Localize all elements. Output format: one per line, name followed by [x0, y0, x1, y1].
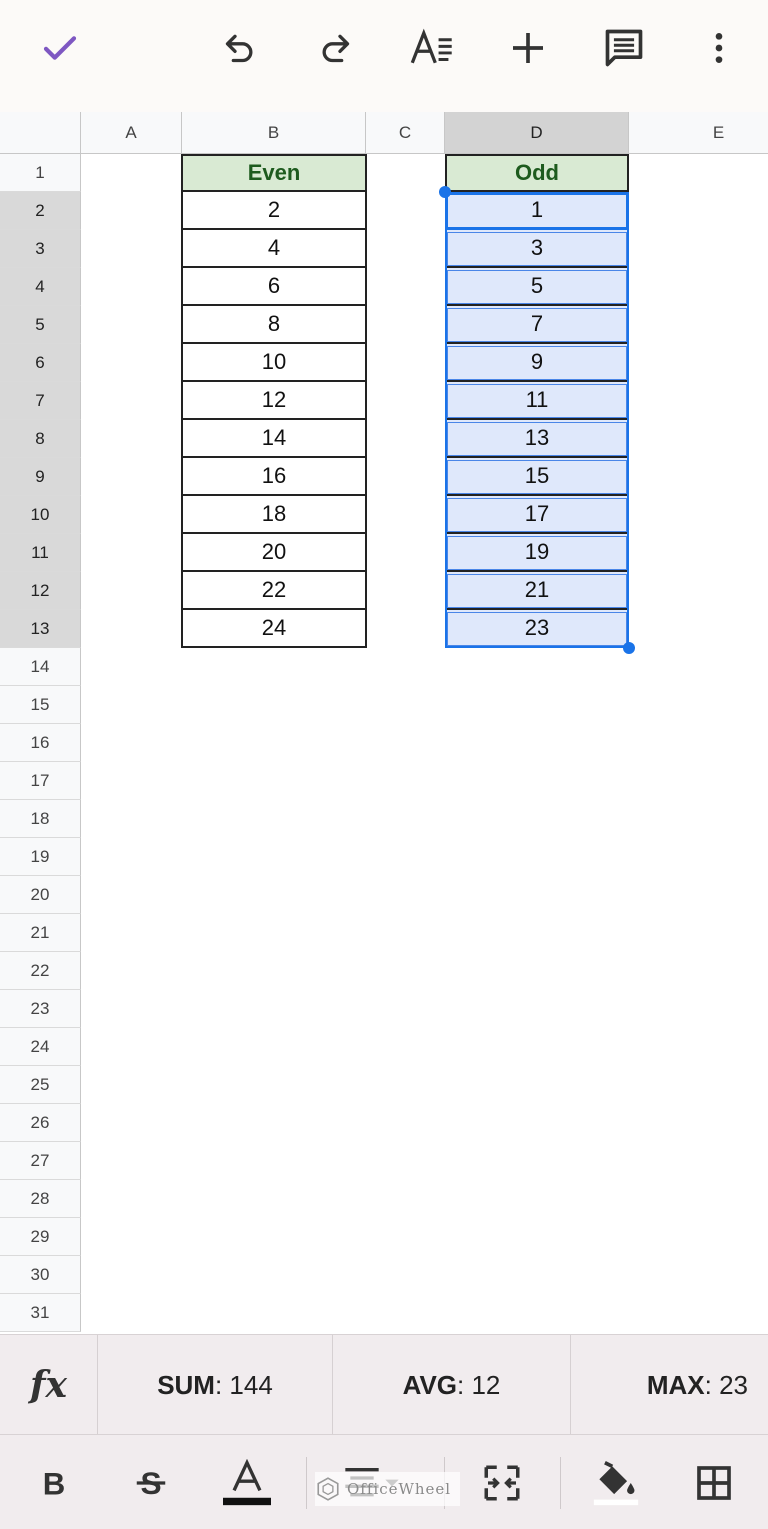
- max-label: MAX: [646, 1369, 705, 1400]
- row-header-19[interactable]: 19: [0, 838, 81, 876]
- row-header-5[interactable]: 5: [0, 306, 81, 344]
- cell-b8[interactable]: 14: [181, 420, 367, 458]
- max-stat[interactable]: MAX: 23: [570, 1335, 768, 1435]
- column-header-e[interactable]: E: [629, 112, 768, 154]
- cell-b9[interactable]: 16: [181, 458, 367, 496]
- cell-d5[interactable]: 7: [445, 306, 629, 344]
- cell-b12[interactable]: 22: [181, 572, 367, 610]
- top-toolbar: [0, 0, 768, 112]
- watermark-logo: OfficeWheel: [315, 1472, 460, 1506]
- column-header-d[interactable]: D: [445, 112, 629, 154]
- strikethrough-icon[interactable]: S: [119, 1453, 183, 1513]
- selection-handle-top[interactable]: [439, 186, 451, 198]
- cell-d2[interactable]: 1: [445, 192, 629, 230]
- svg-text:B: B: [43, 1466, 66, 1500]
- borders-icon[interactable]: [682, 1453, 746, 1513]
- merge-cells-icon[interactable]: [470, 1453, 534, 1513]
- row-header-9[interactable]: 9: [0, 458, 81, 496]
- cell-d3[interactable]: 3: [445, 230, 629, 268]
- watermark-text: OfficeWheel: [347, 1480, 452, 1498]
- avg-stat[interactable]: AVG: 12: [332, 1335, 570, 1435]
- row-header-14[interactable]: 14: [0, 648, 81, 686]
- selection-handle-bottom[interactable]: [623, 642, 635, 654]
- cell-d1-header[interactable]: Odd: [445, 154, 629, 192]
- cell-d6[interactable]: 9: [445, 344, 629, 382]
- row-header-18[interactable]: 18: [0, 800, 81, 838]
- row-header-31[interactable]: 31: [0, 1294, 81, 1332]
- row-header-28[interactable]: 28: [0, 1180, 81, 1218]
- cell-d10[interactable]: 17: [445, 496, 629, 534]
- cell-d8[interactable]: 13: [445, 420, 629, 458]
- check-icon[interactable]: [32, 22, 88, 74]
- cell-d13[interactable]: 23: [445, 610, 629, 648]
- sum-stat[interactable]: SUM: 144: [97, 1335, 332, 1435]
- sum-value: : 144: [214, 1369, 273, 1400]
- text-color-icon[interactable]: [215, 1453, 279, 1513]
- summary-bar: fx SUM: 144 AVG: 12 MAX: 23: [0, 1334, 768, 1435]
- cell-d4[interactable]: 5: [445, 268, 629, 306]
- avg-value: : 12: [457, 1369, 501, 1400]
- sum-label: SUM: [157, 1369, 215, 1400]
- toolbar-divider: [306, 1457, 307, 1509]
- row-header-7[interactable]: 7: [0, 382, 81, 420]
- cell-d12[interactable]: 21: [445, 572, 629, 610]
- row-header-11[interactable]: 11: [0, 534, 81, 572]
- column-header-b[interactable]: B: [182, 112, 366, 154]
- cell-d7[interactable]: 11: [445, 382, 629, 420]
- cell-b1-header[interactable]: Even: [181, 154, 367, 192]
- spreadsheet-grid[interactable]: A B C D E 1 2 3 4 5 6 7 8 9 10 11 12 13 14 15 16 17 18 19 2…: [0, 112, 768, 1334]
- row-header-24[interactable]: 24: [0, 1028, 81, 1066]
- fill-color-icon[interactable]: [584, 1453, 648, 1513]
- cell-b11[interactable]: 20: [181, 534, 367, 572]
- text-format-icon[interactable]: [404, 22, 460, 74]
- row-header-21[interactable]: 21: [0, 914, 81, 952]
- column-header-a[interactable]: A: [81, 112, 182, 154]
- redo-icon[interactable]: [307, 22, 363, 74]
- row-header-13[interactable]: 13: [0, 610, 81, 648]
- row-header-25[interactable]: 25: [0, 1066, 81, 1104]
- cell-d11[interactable]: 19: [445, 534, 629, 572]
- max-value: : 23: [704, 1369, 748, 1400]
- add-icon[interactable]: [500, 22, 556, 74]
- cell-b13[interactable]: 24: [181, 610, 367, 648]
- hexagon-logo-icon: [317, 1477, 339, 1501]
- row-header-15[interactable]: 15: [0, 686, 81, 724]
- cell-b10[interactable]: 18: [181, 496, 367, 534]
- cell-b7[interactable]: 12: [181, 382, 367, 420]
- undo-icon[interactable]: [212, 22, 268, 74]
- cell-b3[interactable]: 4: [181, 230, 367, 268]
- fx-icon[interactable]: fx: [0, 1335, 97, 1435]
- row-header-3[interactable]: 3: [0, 230, 81, 268]
- row-header-26[interactable]: 26: [0, 1104, 81, 1142]
- select-all-corner[interactable]: [0, 112, 81, 154]
- cell-d9[interactable]: 15: [445, 458, 629, 496]
- row-header-17[interactable]: 17: [0, 762, 81, 800]
- row-header-10[interactable]: 10: [0, 496, 81, 534]
- comment-icon[interactable]: [596, 22, 652, 74]
- cell-b4[interactable]: 6: [181, 268, 367, 306]
- row-header-4[interactable]: 4: [0, 268, 81, 306]
- row-header-2[interactable]: 2: [0, 192, 81, 230]
- row-header-12[interactable]: 12: [0, 572, 81, 610]
- more-vert-icon[interactable]: [691, 22, 747, 74]
- row-header-20[interactable]: 20: [0, 876, 81, 914]
- row-header-8[interactable]: 8: [0, 420, 81, 458]
- cell-b6[interactable]: 10: [181, 344, 367, 382]
- bold-icon[interactable]: B: [22, 1453, 86, 1513]
- row-header-29[interactable]: 29: [0, 1218, 81, 1256]
- cell-b2[interactable]: 2: [181, 192, 367, 230]
- row-header-22[interactable]: 22: [0, 952, 81, 990]
- column-header-c[interactable]: C: [366, 112, 445, 154]
- cell-b5[interactable]: 8: [181, 306, 367, 344]
- row-header-27[interactable]: 27: [0, 1142, 81, 1180]
- row-header-16[interactable]: 16: [0, 724, 81, 762]
- avg-label: AVG: [402, 1369, 458, 1400]
- row-header-6[interactable]: 6: [0, 344, 81, 382]
- row-header-1[interactable]: 1: [0, 154, 81, 192]
- row-header-23[interactable]: 23: [0, 990, 81, 1028]
- toolbar-divider: [560, 1457, 561, 1509]
- row-header-30[interactable]: 30: [0, 1256, 81, 1294]
